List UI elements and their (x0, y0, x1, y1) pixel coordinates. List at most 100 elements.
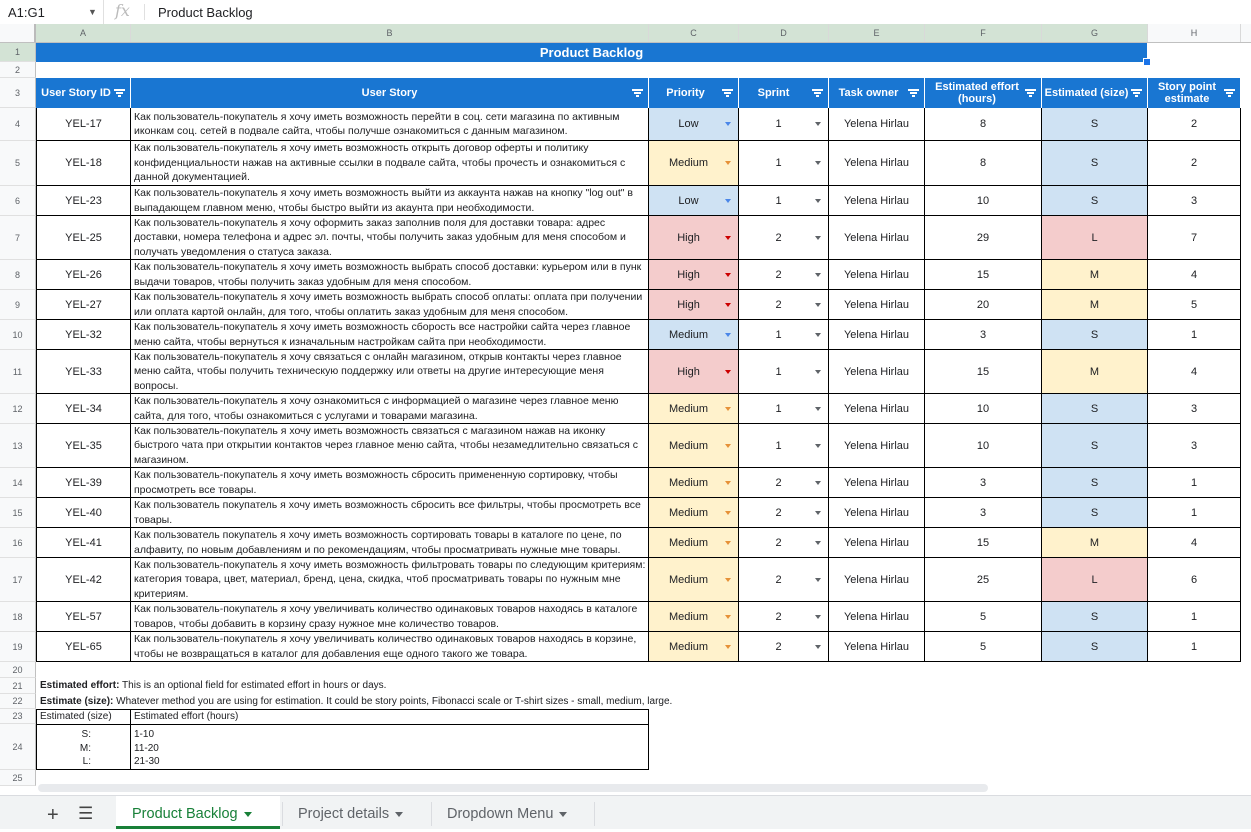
sprint-dropdown[interactable]: 1 (739, 424, 829, 468)
story-text-cell[interactable]: Как пользователь-покупатель я хочу иметь… (131, 186, 649, 216)
effort-cell[interactable]: 3 (925, 320, 1042, 350)
task-owner-cell[interactable]: Yelena Hirlau (829, 602, 925, 632)
size-cell[interactable]: S (1042, 320, 1148, 350)
story-points-cell[interactable]: 1 (1148, 602, 1241, 632)
column-header[interactable]: G (1042, 24, 1148, 42)
priority-dropdown[interactable]: Low (649, 186, 739, 216)
row-header[interactable]: 12 (0, 394, 36, 424)
task-owner-cell[interactable]: Yelena Hirlau (829, 260, 925, 290)
sprint-dropdown[interactable]: 2 (739, 498, 829, 528)
task-owner-cell[interactable]: Yelena Hirlau (829, 468, 925, 498)
header-user-story-id[interactable]: User Story ID (36, 78, 131, 108)
chevron-down-icon[interactable] (559, 811, 568, 817)
dropdown-arrow-icon[interactable] (815, 332, 821, 337)
size-cell[interactable]: S (1042, 424, 1148, 468)
header-priority[interactable]: Priority (649, 78, 739, 108)
row-header[interactable]: 16 (0, 528, 36, 558)
size-cell[interactable]: M (1042, 350, 1148, 394)
task-owner-cell[interactable]: Yelena Hirlau (829, 632, 925, 662)
dropdown-arrow-icon[interactable] (725, 480, 731, 485)
dropdown-arrow-icon[interactable] (725, 406, 731, 411)
column-header[interactable]: C (649, 24, 739, 42)
task-owner-cell[interactable]: Yelena Hirlau (829, 528, 925, 558)
sprint-dropdown[interactable]: 1 (739, 394, 829, 424)
row-header[interactable]: 10 (0, 320, 36, 350)
size-cell[interactable]: S (1042, 498, 1148, 528)
story-points-cell[interactable]: 4 (1148, 260, 1241, 290)
task-owner-cell[interactable]: Yelena Hirlau (829, 558, 925, 602)
priority-dropdown[interactable]: High (649, 290, 739, 320)
effort-cell[interactable]: 5 (925, 602, 1042, 632)
name-box-dropdown-icon[interactable]: ▼ (88, 7, 97, 17)
row-header[interactable]: 3 (0, 78, 36, 108)
row-header[interactable]: 24 (0, 724, 36, 770)
dropdown-arrow-icon[interactable] (725, 198, 731, 203)
column-header[interactable]: F (925, 24, 1042, 42)
dropdown-arrow-icon[interactable] (815, 443, 821, 448)
dropdown-arrow-icon[interactable] (815, 161, 821, 165)
dropdown-arrow-icon[interactable] (815, 577, 821, 582)
filter-icon[interactable] (1025, 89, 1036, 97)
chevron-down-icon[interactable] (243, 811, 252, 817)
story-points-cell[interactable]: 4 (1148, 528, 1241, 558)
story-points-cell[interactable]: 1 (1148, 498, 1241, 528)
row-header[interactable]: 2 (0, 62, 36, 78)
task-owner-cell[interactable]: Yelena Hirlau (829, 394, 925, 424)
size-cell[interactable]: S (1042, 632, 1148, 662)
dropdown-arrow-icon[interactable] (815, 122, 821, 126)
row-header[interactable]: 22 (0, 694, 36, 709)
priority-dropdown[interactable]: Low (649, 108, 739, 141)
sprint-dropdown[interactable]: 2 (739, 632, 829, 662)
size-cell[interactable]: M (1042, 260, 1148, 290)
legend-sizes[interactable]: S: M: L: (36, 724, 131, 770)
tab-dropdown-menu[interactable]: Dropdown Menu (431, 796, 593, 829)
story-text-cell[interactable]: Как пользователь-покупатель я хочу связа… (131, 350, 649, 394)
sprint-dropdown[interactable]: 2 (739, 468, 829, 498)
story-points-cell[interactable]: 3 (1148, 424, 1241, 468)
all-sheets-icon[interactable]: ☰ (78, 804, 93, 824)
sprint-dropdown[interactable]: 1 (739, 320, 829, 350)
column-header[interactable]: D (739, 24, 829, 42)
dropdown-arrow-icon[interactable] (725, 577, 731, 582)
story-text-cell[interactable]: Как пользователь-покупатель я хочу иметь… (131, 290, 649, 320)
effort-cell[interactable]: 3 (925, 498, 1042, 528)
task-owner-cell[interactable]: Yelena Hirlau (829, 141, 925, 186)
dropdown-arrow-icon[interactable] (725, 272, 731, 277)
priority-dropdown[interactable]: Medium (649, 528, 739, 558)
task-owner-cell[interactable]: Yelena Hirlau (829, 186, 925, 216)
dropdown-arrow-icon[interactable] (815, 198, 821, 203)
column-header[interactable]: A (36, 24, 131, 42)
effort-cell[interactable]: 29 (925, 216, 1042, 260)
filter-icon[interactable] (632, 89, 643, 97)
sprint-dropdown[interactable]: 2 (739, 290, 829, 320)
story-text-cell[interactable]: Как пользователь-покупатель я хочу иметь… (131, 141, 649, 186)
story-text-cell[interactable]: Как пользователь-покупатель я хочу иметь… (131, 320, 649, 350)
story-points-cell[interactable]: 3 (1148, 186, 1241, 216)
dropdown-arrow-icon[interactable] (815, 480, 821, 485)
story-id-cell[interactable]: YEL-34 (36, 394, 131, 424)
story-id-cell[interactable]: YEL-23 (36, 186, 131, 216)
story-id-cell[interactable]: YEL-41 (36, 528, 131, 558)
filter-icon[interactable] (1131, 89, 1142, 97)
filter-icon[interactable] (722, 89, 733, 97)
story-text-cell[interactable]: Как пользователь-покупатель я хочу иметь… (131, 468, 649, 498)
effort-cell[interactable]: 10 (925, 424, 1042, 468)
sprint-dropdown[interactable]: 2 (739, 558, 829, 602)
story-points-cell[interactable]: 7 (1148, 216, 1241, 260)
priority-dropdown[interactable]: Medium (649, 498, 739, 528)
legend-header-effort[interactable]: Estimated effort (hours) (130, 709, 649, 725)
dropdown-arrow-icon[interactable] (815, 406, 821, 411)
filter-icon[interactable] (812, 89, 823, 97)
effort-cell[interactable]: 3 (925, 468, 1042, 498)
header-estimated-effort[interactable]: Estimated effort (hours) (925, 78, 1042, 108)
row-header[interactable]: 7 (0, 216, 36, 260)
story-points-cell[interactable]: 6 (1148, 558, 1241, 602)
story-id-cell[interactable]: YEL-40 (36, 498, 131, 528)
sprint-dropdown[interactable]: 2 (739, 528, 829, 558)
header-story-point-estimate[interactable]: Story point estimate (1148, 78, 1241, 108)
priority-dropdown[interactable]: Medium (649, 602, 739, 632)
sheet-title[interactable]: Product Backlog (36, 43, 1147, 62)
row-header[interactable]: 1 (0, 43, 36, 62)
task-owner-cell[interactable]: Yelena Hirlau (829, 498, 925, 528)
row-header[interactable]: 25 (0, 770, 36, 786)
